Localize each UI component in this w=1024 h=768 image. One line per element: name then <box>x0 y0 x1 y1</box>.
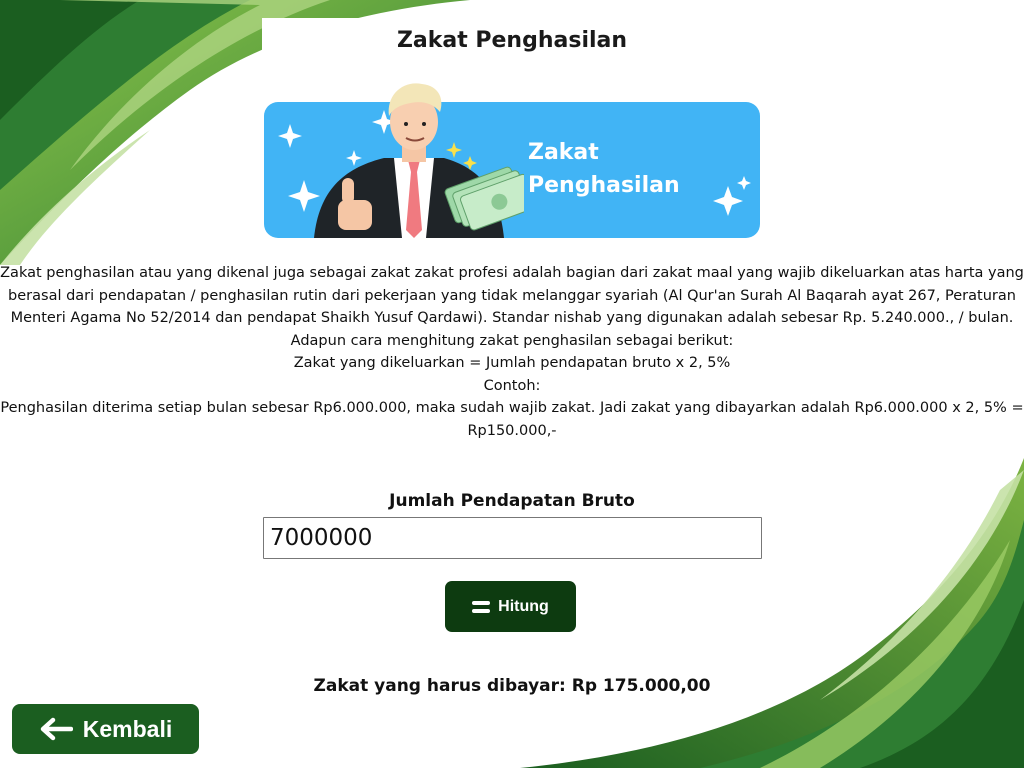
description-line: Zakat penghasilan atau yang dikenal juga… <box>0 265 1024 281</box>
banner-line-1: Zakat <box>528 140 599 165</box>
description-line: Adapun cara menghitung zakat penghasilan… <box>290 332 734 349</box>
description-line: Rp150.000,- <box>467 422 557 439</box>
zakat-banner: Zakat Penghasilan <box>264 83 760 238</box>
back-button-label: Kembali <box>82 715 173 742</box>
arrow-left-icon <box>40 717 73 741</box>
income-input[interactable] <box>263 517 762 559</box>
businessman-illustration <box>314 83 524 238</box>
description-line: Contoh: <box>483 377 541 394</box>
banner-line-2: Penghasilan <box>528 173 680 198</box>
zakat-description: Zakat penghasilan atau yang dikenal juga… <box>0 262 1024 442</box>
description-line: Menteri Agama No 52/2014 dan pendapat Sh… <box>10 310 1014 326</box>
back-button[interactable]: Kembali <box>12 704 199 754</box>
hitung-button[interactable]: Hitung <box>445 581 576 632</box>
banner-heading: Zakat Penghasilan <box>528 136 728 202</box>
income-label: Jumlah Pendapatan Bruto <box>389 491 635 511</box>
zakat-result: Zakat yang harus dibayar: Rp 175.000,00 <box>262 672 762 702</box>
description-line: Zakat yang dikeluarkan = Jumlah pendapat… <box>293 355 731 371</box>
zakat-page: Zakat Penghasilan Zakat Penghasilan Zaka… <box>0 0 1024 768</box>
description-line: Penghasilan diterima setiap bulan sebesa… <box>0 400 1024 416</box>
hitung-button-label: Hitung <box>498 597 549 615</box>
page-title: Zakat Penghasilan <box>262 18 762 68</box>
description-line: berasal dari pendapatan / penghasilan ru… <box>8 287 1016 304</box>
equals-icon <box>472 600 491 613</box>
